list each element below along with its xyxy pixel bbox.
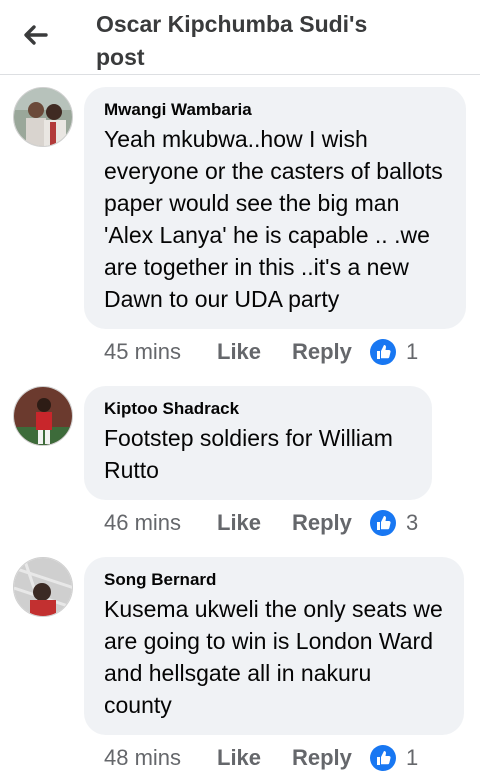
comment-author[interactable]: Kiptoo Shadrack bbox=[104, 398, 412, 420]
reaction-count: 1 bbox=[406, 339, 419, 364]
arrow-left-icon bbox=[24, 25, 48, 45]
reaction-count: 1 bbox=[406, 745, 419, 770]
comment-actions: 46 mins Like Reply 3 bbox=[104, 508, 418, 538]
reply-button[interactable]: Reply bbox=[292, 510, 370, 536]
comment-author[interactable]: Mwangi Wambaria bbox=[104, 99, 446, 121]
page-title: Oscar Kipchumba Sudi's post bbox=[96, 11, 368, 70]
thumbs-up-icon bbox=[370, 339, 396, 365]
comment-actions: 45 mins Like Reply 1 bbox=[104, 337, 418, 367]
comment-text: Kusema ukweli the only seats we are goin… bbox=[104, 596, 443, 718]
comment-time[interactable]: 45 mins bbox=[104, 339, 217, 365]
comment-actions: 48 mins Like Reply 1 bbox=[104, 743, 418, 773]
comment-time[interactable]: 48 mins bbox=[104, 745, 217, 771]
comment-time[interactable]: 46 mins bbox=[104, 510, 217, 536]
reaction-summary[interactable]: 1 bbox=[370, 745, 418, 771]
comment-bubble: Mwangi Wambaria Yeah mkubwa..how I wish … bbox=[84, 87, 466, 329]
like-button[interactable]: Like bbox=[217, 745, 292, 771]
reaction-count: 3 bbox=[406, 510, 419, 535]
avatar[interactable] bbox=[13, 87, 73, 147]
comment-bubble: Kiptoo Shadrack Footstep soldiers for Wi… bbox=[84, 386, 432, 500]
reaction-summary[interactable]: 1 bbox=[370, 339, 418, 365]
back-button[interactable] bbox=[18, 20, 52, 50]
avatar[interactable] bbox=[13, 557, 73, 617]
comment-text: Yeah mkubwa..how I wish everyone or the … bbox=[104, 126, 443, 312]
thumbs-up-icon bbox=[370, 510, 396, 536]
comment-bubble: Song Bernard Kusema ukweli the only seat… bbox=[84, 557, 464, 735]
like-button[interactable]: Like bbox=[217, 510, 292, 536]
reaction-summary[interactable]: 3 bbox=[370, 510, 418, 536]
reply-button[interactable]: Reply bbox=[292, 745, 370, 771]
post-header: Oscar Kipchumba Sudi's post bbox=[0, 0, 480, 75]
comment-author[interactable]: Song Bernard bbox=[104, 569, 444, 591]
thumbs-up-icon bbox=[370, 745, 396, 771]
reply-button[interactable]: Reply bbox=[292, 339, 370, 365]
comment-text: Footstep soldiers for William Rutto bbox=[104, 425, 393, 483]
like-button[interactable]: Like bbox=[217, 339, 292, 365]
avatar[interactable] bbox=[13, 386, 73, 446]
